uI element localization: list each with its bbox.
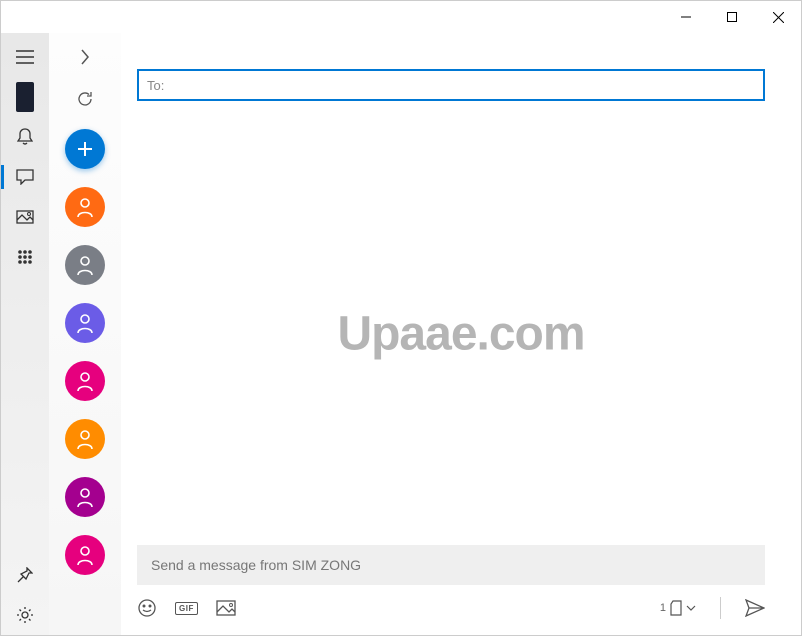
contact-avatar[interactable] xyxy=(65,419,105,459)
contacts-column xyxy=(49,33,121,635)
settings-icon[interactable] xyxy=(1,595,49,635)
contact-avatar[interactable] xyxy=(65,535,105,575)
nav-sidebar xyxy=(1,33,49,635)
conversation-pane: Upaae.com GIF 1 xyxy=(121,33,801,635)
phone-thumbnail[interactable] xyxy=(1,77,49,117)
contact-avatar[interactable] xyxy=(65,187,105,227)
message-input[interactable] xyxy=(137,545,765,585)
pin-icon[interactable] xyxy=(1,555,49,595)
dialpad-icon[interactable] xyxy=(1,237,49,277)
window-titlebar xyxy=(1,1,801,33)
messages-icon[interactable] xyxy=(1,157,49,197)
contact-avatar[interactable] xyxy=(65,303,105,343)
sim-selector[interactable]: 1 xyxy=(660,600,696,616)
notifications-icon[interactable] xyxy=(1,117,49,157)
main-area: Upaae.com GIF 1 xyxy=(1,33,801,635)
photos-icon[interactable] xyxy=(1,197,49,237)
emoji-icon[interactable] xyxy=(137,598,157,618)
new-message-button[interactable] xyxy=(65,129,105,169)
minimize-button[interactable] xyxy=(663,1,709,33)
contact-avatar[interactable] xyxy=(65,477,105,517)
contact-avatar[interactable] xyxy=(65,361,105,401)
image-icon[interactable] xyxy=(216,600,236,616)
watermark-text: Upaae.com xyxy=(337,307,584,362)
gif-icon[interactable]: GIF xyxy=(175,602,198,615)
chevron-right-icon[interactable] xyxy=(80,45,90,69)
chevron-down-icon xyxy=(686,605,696,611)
send-button[interactable] xyxy=(745,599,765,617)
maximize-button[interactable] xyxy=(709,1,755,33)
divider xyxy=(720,597,721,619)
close-button[interactable] xyxy=(755,1,801,33)
message-composer: GIF 1 xyxy=(121,545,801,635)
refresh-icon[interactable] xyxy=(76,87,94,111)
hamburger-icon[interactable] xyxy=(1,37,49,77)
to-field[interactable] xyxy=(137,69,765,101)
contact-avatar[interactable] xyxy=(65,245,105,285)
